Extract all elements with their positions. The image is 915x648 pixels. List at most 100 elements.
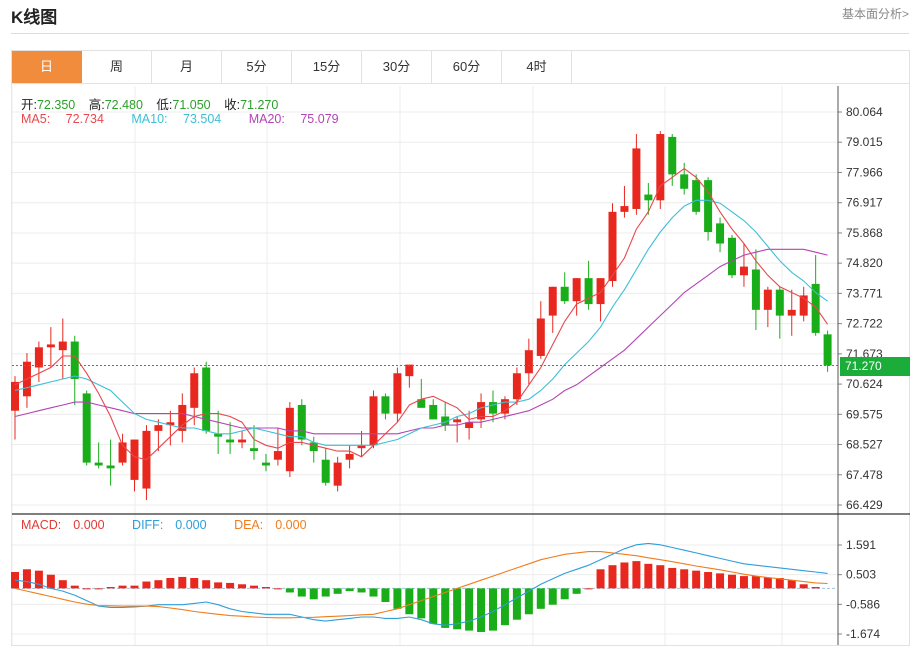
macd-label: MACD: [21, 518, 62, 532]
candle-body [656, 134, 665, 201]
candle-body [154, 425, 163, 431]
ma20-value: 75.079 [300, 112, 339, 126]
candle-body [226, 439, 235, 443]
ma10-line [14, 199, 828, 446]
ma10-legend: MA10: 73.504 [131, 112, 233, 126]
candle-body [668, 136, 677, 175]
macd-bar [285, 588, 294, 593]
macd-bar [739, 576, 748, 589]
y-tick-label: 75.868 [846, 226, 883, 240]
macd-bar [596, 569, 605, 589]
macd-bar [58, 580, 67, 589]
y-tick-label: 73.771 [846, 286, 883, 300]
ma5-value: 72.734 [65, 112, 104, 126]
macd-bar [417, 588, 426, 619]
candle-body [273, 451, 282, 460]
candle-body [644, 194, 653, 201]
macd-bar [560, 588, 569, 600]
y-tick-label: 72.722 [846, 317, 883, 331]
candle-body [453, 419, 462, 423]
candle-body [345, 453, 354, 460]
ohlc-legend: 开:72.350 高:72.480 低:71.050 收:71.270 [21, 94, 288, 113]
candle-body [739, 266, 748, 276]
candle-body [82, 393, 91, 463]
low-value: 71.050 [172, 98, 211, 112]
macd-bar [728, 574, 736, 589]
macd-bar [716, 573, 725, 589]
high-value: 72.480 [104, 98, 143, 112]
candle-body [297, 404, 306, 440]
macd-bar [309, 588, 318, 600]
ma10-label: MA10: [131, 112, 168, 126]
macd-bar [238, 584, 247, 589]
macd-bar [261, 587, 270, 589]
candle-body [405, 364, 414, 377]
candle-body [321, 459, 330, 483]
macd-bar [572, 588, 581, 594]
macd-bar [692, 570, 701, 589]
macd-bar [477, 588, 486, 632]
dea-legend-item: DEA: 0.000 [234, 518, 318, 532]
macd-bar [94, 588, 103, 590]
y-tick-label: 70.624 [846, 377, 883, 391]
candle-body [716, 223, 725, 244]
candle-body [787, 309, 796, 316]
macd-bar [82, 588, 91, 590]
candle-body [58, 341, 67, 351]
macd-bar [118, 585, 127, 589]
y-tick-label: 80.064 [846, 105, 883, 119]
macd-tick-label: -1.674 [846, 627, 880, 641]
close-label: 收: [224, 98, 241, 112]
macd-bar [321, 588, 330, 597]
macd-bar [787, 580, 796, 589]
y-tick-label: 76.917 [846, 196, 883, 210]
macd-bar [154, 580, 163, 589]
macd-tick-label: 0.503 [846, 568, 876, 582]
current-price-tag: 71.270 [840, 357, 910, 376]
ma20-label: MA20: [248, 112, 285, 126]
diff-legend-item: DIFF: 0.000 [132, 518, 219, 532]
macd-bar [106, 587, 115, 589]
ma5-label: MA5: [21, 112, 51, 126]
ma20-legend: MA20: 75.079 [249, 112, 351, 126]
candle-body [560, 286, 569, 302]
macd-bar [190, 578, 199, 589]
macd-bar [166, 578, 175, 589]
macd-bar [799, 584, 808, 589]
candle-body [285, 407, 294, 472]
candle-body [536, 318, 545, 356]
candle-body [238, 439, 247, 443]
macd-bar [608, 565, 617, 589]
macd-value: 0.000 [73, 518, 105, 532]
candle-body [728, 237, 736, 276]
macd-bar [632, 561, 641, 589]
candle-body [775, 289, 784, 316]
macd-bar [763, 577, 772, 589]
candle-body [692, 180, 701, 212]
open-label: 开: [21, 98, 37, 112]
macd-bar [202, 580, 211, 589]
macd-bar [704, 572, 713, 589]
macd-bar [250, 585, 258, 589]
candle-body [823, 334, 832, 366]
y-tick-label: 68.527 [846, 438, 883, 452]
macd-bar [22, 569, 31, 589]
macd-bar [357, 588, 366, 593]
high-label: 高: [88, 98, 105, 112]
diff-value: 0.000 [175, 518, 207, 532]
macd-bar [393, 588, 402, 609]
macd-bar [811, 587, 820, 589]
candle-body [190, 373, 199, 408]
macd-bar [465, 588, 474, 631]
macd-bar [548, 588, 557, 605]
diff-label: DIFF: [132, 518, 164, 532]
macd-bar [656, 565, 665, 589]
macd-bar [130, 585, 139, 589]
macd-bar [751, 576, 760, 589]
y-tick-label: 77.966 [846, 165, 883, 179]
macd-tick-label: 1.591 [846, 538, 876, 552]
macd-bar [46, 574, 55, 589]
macd-legend-item: MACD: 0.000 [21, 518, 117, 532]
candle-body [34, 347, 43, 368]
candle-body [811, 283, 820, 333]
